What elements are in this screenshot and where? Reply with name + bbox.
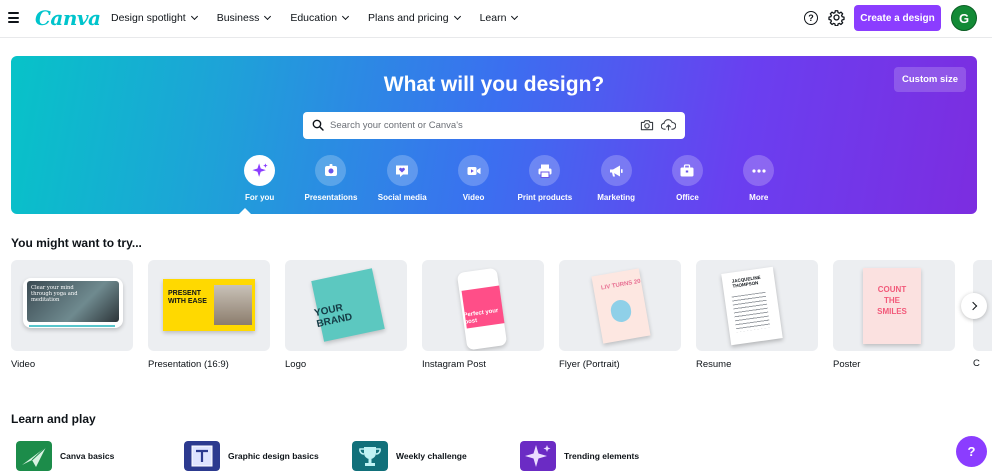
poster-thumbnail: COUNT THE SMILES [833,260,955,351]
search-icon [312,119,324,131]
hero-title: What will you design? [383,73,605,96]
design-card-instagram-post[interactable]: Perfect your post Instagram Post [422,260,544,370]
camera-icon[interactable] [640,119,654,131]
video-camera-icon [467,166,481,175]
learn-section-title: Learn and play [11,412,96,426]
video-thumbnail: Clear your mind through yoga and meditat… [11,260,133,351]
briefcase-icon [680,163,694,176]
learn-item-canva-basics[interactable]: Canva basics [16,441,184,471]
help-fab-button[interactable]: ? [956,436,987,467]
presentation-icon [324,163,337,176]
custom-size-button[interactable]: Custom size [894,67,966,92]
chevron-down-icon [341,12,350,21]
tab-print-products[interactable]: Print products [509,155,580,202]
top-nav: Canva Design spotlight Business Educatio… [0,0,992,38]
design-card-resume[interactable]: JACQUELINE THOMPSON Resume [696,260,818,370]
gear-icon[interactable] [828,9,845,26]
hero-banner: What will you design? Custom size For yo… [11,56,977,214]
carousel-next-button[interactable] [961,293,987,319]
chevron-down-icon [511,12,519,21]
active-tab-indicator [239,208,251,214]
design-card-flyer-portrait[interactable]: LIV TURNS 20 Flyer (Portrait) [559,260,681,370]
paper-plane-icon [16,441,52,471]
nav-item-design-spotlight[interactable]: Design spotlight [111,12,198,24]
resume-thumbnail: JACQUELINE THOMPSON [696,260,818,351]
search-bar [303,112,685,139]
canva-logo[interactable]: Canva [35,6,101,30]
design-card-video[interactable]: Clear your mind through yoga and meditat… [11,260,133,370]
tab-presentations[interactable]: Presentations [295,155,366,202]
tab-video[interactable]: Video [438,155,509,202]
try-section-title: You might want to try... [11,236,142,250]
nav-item-learn[interactable]: Learn [480,12,519,24]
tab-social-media[interactable]: Social media [367,155,438,202]
chevron-down-icon [190,12,198,21]
design-type-carousel: Clear your mind through yoga and meditat… [11,260,955,370]
sparkle-icon [251,162,268,177]
chevron-down-icon [264,12,272,21]
learn-item-trending-elements[interactable]: Trending elements [520,441,688,471]
nav-item-education[interactable]: Education [290,12,350,24]
nav-item-business[interactable]: Business [217,12,272,24]
category-tabs: For you Presentations Social media Video… [224,155,794,202]
learn-item-weekly-challenge[interactable]: Weekly challenge [352,441,520,471]
tab-for-you[interactable]: For you [224,155,295,202]
help-icon[interactable]: ? [804,11,818,25]
chevron-down-icon [453,12,461,21]
tab-more[interactable]: More [723,155,794,202]
megaphone-icon [610,165,623,176]
chevron-right-icon [968,301,977,311]
more-dots-icon [752,168,766,173]
printer-icon [538,164,552,178]
logo-thumbnail: YOUR BRAND [285,260,407,351]
avatar[interactable]: G [951,5,977,31]
design-card-presentation[interactable]: PRESENT WITH EASE Presentation (16:9) [148,260,270,370]
learn-and-play-list: Canva basics Graphic design basics Weekl… [16,441,688,471]
heart-chat-icon [396,165,409,177]
nav-menu: Design spotlight Business Education Plan… [111,12,519,24]
tab-office[interactable]: Office [652,155,723,202]
menu-icon[interactable] [8,12,19,23]
flyer-thumbnail: LIV TURNS 20 [559,260,681,351]
presentation-thumbnail: PRESENT WITH EASE [148,260,270,351]
instagram-post-thumbnail: Perfect your post [422,260,544,351]
tab-marketing[interactable]: Marketing [580,155,651,202]
design-card-poster[interactable]: COUNT THE SMILES Poster [833,260,955,370]
nav-item-plans-and-pricing[interactable]: Plans and pricing [368,12,461,24]
search-input[interactable] [330,116,630,135]
learn-item-graphic-design-basics[interactable]: Graphic design basics [184,441,352,471]
design-card-logo[interactable]: YOUR BRAND Logo [285,260,407,370]
sparkle-icon [520,441,556,471]
text-tool-icon [184,441,220,471]
trophy-icon [352,441,388,471]
upload-cloud-icon[interactable] [661,118,676,132]
create-design-button[interactable]: Create a design [854,5,941,31]
